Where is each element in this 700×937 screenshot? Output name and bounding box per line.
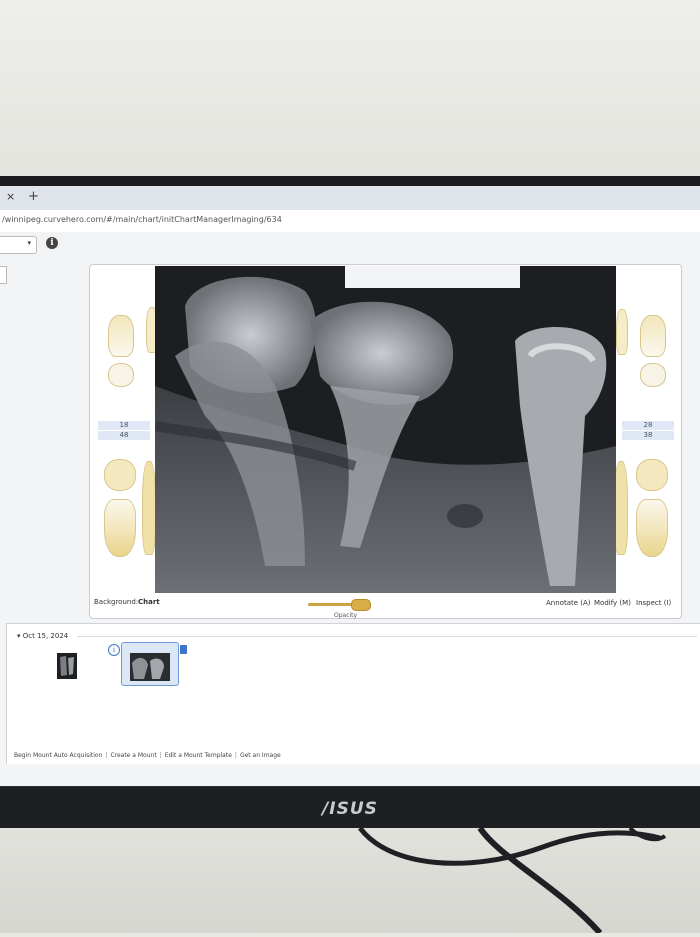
new-tab-button[interactable]: + bbox=[28, 189, 39, 204]
viewer-footer: Background: Chart Opacity Annotate (A) M… bbox=[90, 595, 681, 619]
desk-surface bbox=[0, 826, 700, 935]
tooth-label-18: 18 bbox=[98, 421, 150, 430]
annotate-button[interactable]: Annotate (A) bbox=[546, 599, 591, 607]
chevron-down-icon: ▾ bbox=[27, 239, 31, 247]
edit-mount-template-link[interactable]: Edit a Mount Template bbox=[165, 752, 232, 759]
info-icon[interactable]: i bbox=[108, 644, 120, 656]
tooth-label-28: 28 bbox=[622, 421, 674, 430]
patient-select[interactable]: ▾ bbox=[0, 236, 37, 254]
dental-xray-image[interactable] bbox=[155, 266, 616, 593]
browser-tab-bar: × + bbox=[0, 186, 700, 210]
opacity-slider-handle[interactable] bbox=[350, 599, 371, 611]
image-timeline: ▾ Oct 15, 2024 i bbox=[6, 623, 700, 764]
cables-picture bbox=[358, 826, 667, 935]
app-toolbar: ▾ i bbox=[0, 232, 700, 262]
thumbnail-picture bbox=[57, 653, 77, 679]
side-panel-toggle[interactable] bbox=[0, 266, 7, 284]
monitor-chin: /ISUS bbox=[0, 786, 700, 829]
date-divider bbox=[77, 636, 697, 637]
inspect-button[interactable]: Inspect (I) bbox=[636, 599, 671, 607]
trash-icon[interactable] bbox=[180, 645, 187, 654]
get-image-link[interactable]: Get an Image bbox=[240, 752, 281, 759]
image-viewer: 18 48 28 38 Background: Chart Opacity An… bbox=[89, 264, 682, 619]
date-group-toggle[interactable]: ▾ Oct 15, 2024 bbox=[17, 632, 68, 640]
xray-thumbnail-1[interactable] bbox=[57, 653, 77, 679]
xray-thumbnail-2-selected[interactable] bbox=[121, 642, 179, 686]
info-icon[interactable]: i bbox=[46, 237, 58, 249]
begin-mount-auto-acquisition-link[interactable]: Begin Mount Auto Acquisition bbox=[14, 752, 102, 759]
wall-background bbox=[0, 0, 700, 180]
tooth-38-root-icon[interactable] bbox=[636, 499, 668, 557]
mount-actions: Begin Mount Auto Acquisition | Create a Mo… bbox=[14, 752, 281, 759]
tooth-48-occlusal-icon[interactable] bbox=[104, 459, 136, 491]
close-tab-icon[interactable]: × bbox=[6, 190, 15, 203]
modify-button[interactable]: Modify (M) bbox=[594, 599, 631, 607]
tooth-27-partial-icon[interactable] bbox=[616, 309, 628, 355]
screen: × + /winnipeg.curvehero.com/#/main/chart… bbox=[0, 186, 700, 786]
tooth-28-occlusal-icon[interactable] bbox=[640, 363, 666, 387]
tooth-37-partial-icon[interactable] bbox=[614, 461, 628, 555]
address-bar[interactable]: /winnipeg.curvehero.com/#/main/chart/ini… bbox=[0, 210, 700, 233]
create-mount-link[interactable]: Create a Mount bbox=[110, 752, 156, 759]
xray-picture bbox=[155, 266, 616, 593]
tooth-38-occlusal-icon[interactable] bbox=[636, 459, 668, 491]
tooth-48-root-icon[interactable] bbox=[104, 499, 136, 557]
monitor-brand-logo: /ISUS bbox=[322, 799, 378, 819]
tooth-18-crown-icon[interactable] bbox=[108, 315, 134, 357]
background-label: Background: bbox=[94, 598, 139, 606]
opacity-label: Opacity bbox=[334, 612, 358, 619]
tooth-18-occlusal-icon[interactable] bbox=[108, 363, 134, 387]
thumbnail-picture bbox=[130, 653, 170, 681]
url-text: /winnipeg.curvehero.com/#/main/chart/ini… bbox=[2, 215, 282, 224]
tooth-label-48: 48 bbox=[98, 431, 150, 440]
tooth-28-crown-icon[interactable] bbox=[640, 315, 666, 357]
tooth-label-38: 38 bbox=[622, 431, 674, 440]
tooth-47-partial-icon[interactable] bbox=[142, 461, 156, 555]
background-value-chart[interactable]: Chart bbox=[138, 598, 160, 606]
